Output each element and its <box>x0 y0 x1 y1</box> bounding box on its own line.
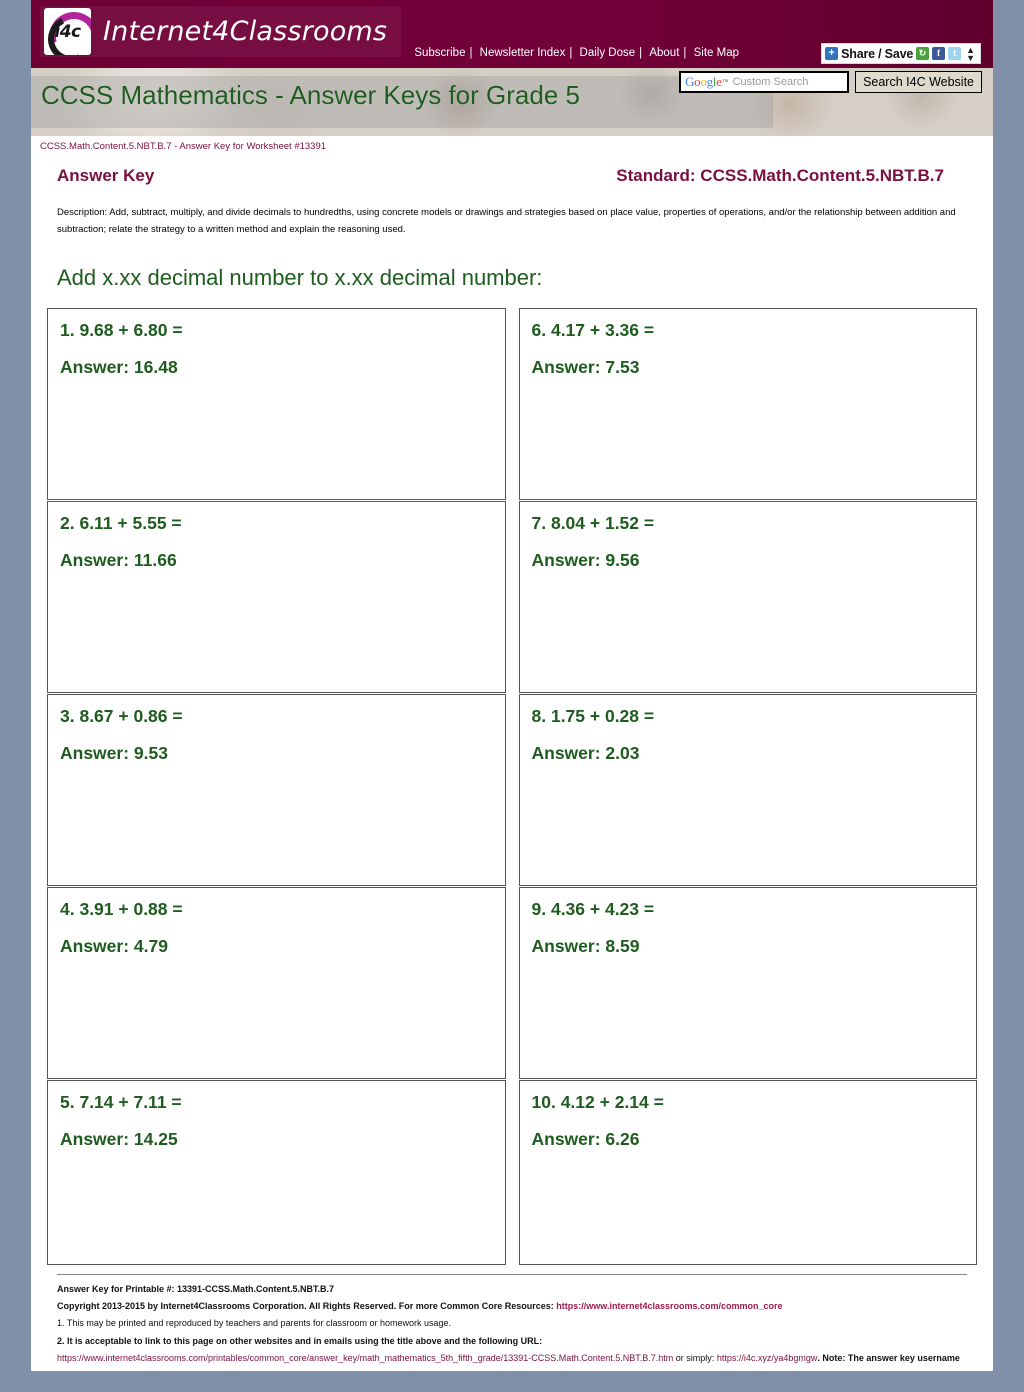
arrow-down-icon: ▼ <box>966 52 975 63</box>
printable-page: i4c Internet4Classrooms Subscribe | Newsl… <box>31 0 993 1371</box>
problem-question: 1. 9.68 + 6.80 = <box>60 320 183 341</box>
page-banner: CCSS Mathematics - Answer Keys for Grade… <box>31 68 993 136</box>
problems-column-right: 6. 4.17 + 3.36 = Answer: 7.53 7. 8.04 + … <box>518 308 977 1266</box>
task-title: Add x.xx decimal number to x.xx decimal … <box>57 265 543 291</box>
problem-cell: 8. 1.75 + 0.28 = Answer: 2.03 <box>518 694 977 887</box>
problem-cell: 2. 6.11 + 5.55 = Answer: 11.66 <box>47 501 506 694</box>
standard-label: Standard: CCSS.Math.Content.5.NBT.B.7 <box>616 166 944 185</box>
nav-separator: | <box>569 47 573 59</box>
top-navigation: Subscribe | Newsletter Index | Daily Dose |… <box>410 47 743 59</box>
problem-cell: 10. 4.12 + 2.14 = Answer: 6.26 <box>518 1080 977 1266</box>
plus-icon: + <box>825 47 839 60</box>
footer-copyright: Copyright 2013-2015 by Internet4Classroo… <box>57 1298 967 1315</box>
problem-answer: Answer: 2.03 <box>531 743 640 764</box>
facebook-icon[interactable]: f <box>932 47 946 60</box>
updown-arrows-icon[interactable]: ▲ ▼ <box>964 45 977 63</box>
problem-question: 2. 6.11 + 5.55 = <box>60 513 182 534</box>
footer-note-1: 1. This may be printed and reproduced by… <box>57 1318 452 1329</box>
nav-link-daily-dose[interactable]: Daily Dose <box>576 47 640 59</box>
problem-answer: Answer: 9.53 <box>60 743 168 764</box>
standard-description: Description: Add, subtract, multiply, an… <box>57 207 956 235</box>
footer-or-simply: or simply: <box>673 1352 717 1363</box>
problem-answer: Answer: 16.48 <box>60 357 178 378</box>
problem-question: 8. 1.75 + 0.28 = <box>531 706 655 727</box>
nav-link-about[interactable]: About <box>645 47 683 59</box>
search-button[interactable]: Search I4C Website <box>855 71 982 93</box>
page-footer: Answer Key for Printable #: 13391-CCSS.M… <box>57 1274 967 1371</box>
nav-separator: | <box>683 47 687 59</box>
problem-question: 6. 4.17 + 3.36 = <box>531 320 655 341</box>
problem-question: 7. 8.04 + 1.52 = <box>531 513 655 534</box>
page-title: CCSS Mathematics - Answer Keys for Grade… <box>41 80 580 110</box>
problems-column-left: 1. 9.68 + 6.80 = Answer: 16.48 2. 6.11 +… <box>47 308 506 1266</box>
nav-link-subscribe[interactable]: Subscribe <box>410 47 469 59</box>
problem-answer: Answer: 14.25 <box>60 1129 178 1150</box>
answer-key-label: Answer Key <box>57 166 155 185</box>
footer-url-note: https://www.internet4classrooms.com/prin… <box>57 1350 967 1371</box>
breadcrumb: CCSS.Math.Content.5.NBT.B.7 - Answer Key… <box>31 136 993 154</box>
problem-answer: Answer: 8.59 <box>531 936 640 957</box>
problem-cell: 7. 8.04 + 1.52 = Answer: 9.56 <box>518 501 977 694</box>
site-search: Google ™ Custom Search Search I4C Website <box>679 71 982 93</box>
share-save-label: Share / Save <box>841 46 914 61</box>
footer-short-url-link[interactable]: https://i4c.xyz/ya4bgmgw <box>717 1353 818 1363</box>
problem-question: 10. 4.12 + 2.14 = <box>531 1092 664 1113</box>
site-header: i4c Internet4Classrooms Subscribe | Newsl… <box>31 0 993 68</box>
site-logo[interactable]: i4c Internet4Classrooms <box>40 6 402 57</box>
problem-answer: Answer: 4.79 <box>60 936 168 957</box>
problem-question: 4. 3.91 + 0.88 = <box>60 899 183 920</box>
nav-link-newsletter-index[interactable]: Newsletter Index <box>476 47 570 59</box>
twitter-icon[interactable]: t <box>948 47 962 60</box>
problem-question: 3. 8.67 + 0.86 = <box>60 706 183 727</box>
nav-separator: | <box>639 47 643 59</box>
footer-copyright-text: Copyright 2013-2015 by Internet4Classroo… <box>57 1301 557 1312</box>
search-input[interactable]: Google ™ Custom Search <box>679 71 850 93</box>
problem-cell: 5. 7.14 + 7.11 = Answer: 14.25 <box>47 1080 506 1266</box>
problem-cell: 3. 8.67 + 0.86 = Answer: 9.53 <box>47 694 506 887</box>
trademark-symbol: ™ <box>721 78 729 86</box>
problem-answer: Answer: 7.53 <box>531 357 640 378</box>
problem-cell: 9. 4.36 + 4.23 = Answer: 8.59 <box>518 887 977 1080</box>
site-logo-text: Internet4Classrooms <box>103 16 388 47</box>
problem-question: 5. 7.14 + 7.11 = <box>60 1092 182 1113</box>
problem-answer: Answer: 9.56 <box>531 550 640 571</box>
google-logo-icon: Google <box>685 74 722 89</box>
share-green-icon[interactable]: ↻ <box>916 47 930 60</box>
nav-separator: | <box>469 47 473 59</box>
problem-answer: Answer: 6.26 <box>531 1129 640 1150</box>
answer-key-header: Answer Key Standard: CCSS.Math.Content.5… <box>43 154 981 186</box>
problem-cell: 1. 9.68 + 6.80 = Answer: 16.48 <box>47 308 506 501</box>
problem-question: 9. 4.36 + 4.23 = <box>531 899 655 920</box>
problem-cell: 6. 4.17 + 3.36 = Answer: 7.53 <box>518 308 977 501</box>
problem-answer: Answer: 11.66 <box>60 550 177 571</box>
share-save-widget[interactable]: + Share / Save ↻ f t ▲ ▼ <box>821 43 981 64</box>
main-content: Answer Key Standard: CCSS.Math.Content.5… <box>31 154 993 1371</box>
problem-cell: 4. 3.91 + 0.88 = Answer: 4.79 <box>47 887 506 1080</box>
footer-long-url-link[interactable]: https://www.internet4classrooms.com/prin… <box>57 1353 673 1363</box>
search-placeholder: Custom Search <box>732 76 809 88</box>
logo-badge-label: i4c <box>54 21 81 42</box>
problems-grid: 1. 9.68 + 6.80 = Answer: 16.48 2. 6.11 +… <box>43 308 981 1266</box>
footer-common-core-link[interactable]: https://www.internet4classrooms.com/comm… <box>556 1301 782 1311</box>
footer-note-2: 2. It is acceptable to link to this page… <box>57 1335 543 1346</box>
footer-printable-id: Answer Key for Printable #: 13391-CCSS.M… <box>57 1284 335 1295</box>
nav-link-site-map[interactable]: Site Map <box>690 47 743 59</box>
i4c-logo-icon: i4c <box>44 8 91 55</box>
